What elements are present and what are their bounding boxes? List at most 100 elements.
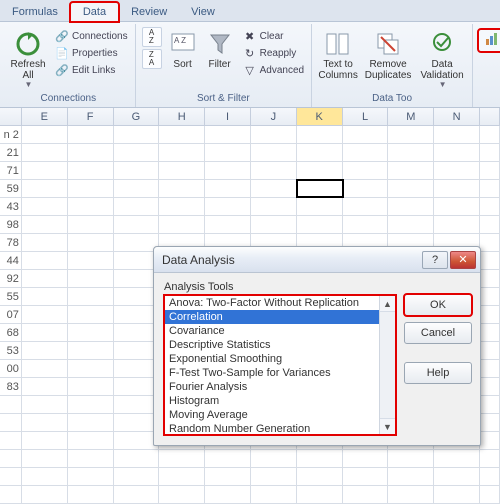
properties-item[interactable]: 📄Properties bbox=[53, 45, 130, 61]
cell[interactable] bbox=[68, 162, 114, 179]
list-item[interactable]: Descriptive Statistics bbox=[165, 338, 379, 352]
help-window-button[interactable]: ? bbox=[422, 251, 448, 269]
column-header[interactable]: G bbox=[114, 108, 160, 125]
cell[interactable] bbox=[251, 144, 297, 161]
cell[interactable] bbox=[22, 180, 68, 197]
refresh-all-button[interactable]: Refresh All ▼ bbox=[7, 26, 49, 91]
cell[interactable] bbox=[114, 216, 160, 233]
cell[interactable] bbox=[434, 126, 480, 143]
cell[interactable] bbox=[205, 468, 251, 485]
cell[interactable] bbox=[68, 306, 114, 323]
cell[interactable] bbox=[68, 180, 114, 197]
cell[interactable] bbox=[251, 216, 297, 233]
cell[interactable] bbox=[205, 144, 251, 161]
cell[interactable] bbox=[297, 468, 343, 485]
column-header[interactable]: N bbox=[434, 108, 480, 125]
cell[interactable] bbox=[22, 450, 68, 467]
reapply-item[interactable]: ↻Reapply bbox=[241, 45, 306, 61]
list-item[interactable]: F-Test Two-Sample for Variances bbox=[165, 366, 379, 380]
cell[interactable] bbox=[22, 324, 68, 341]
cell[interactable] bbox=[68, 414, 114, 431]
cell[interactable] bbox=[343, 486, 389, 503]
cell[interactable] bbox=[251, 468, 297, 485]
cell[interactable] bbox=[68, 216, 114, 233]
cell[interactable] bbox=[22, 396, 68, 413]
cell[interactable] bbox=[159, 468, 205, 485]
cell[interactable] bbox=[251, 126, 297, 143]
cell[interactable] bbox=[22, 252, 68, 269]
cell[interactable] bbox=[22, 234, 68, 251]
tab-data[interactable]: Data bbox=[70, 2, 119, 22]
cell[interactable] bbox=[68, 432, 114, 449]
cell[interactable] bbox=[68, 360, 114, 377]
ok-button[interactable]: OK bbox=[404, 294, 472, 316]
cell[interactable] bbox=[22, 198, 68, 215]
sort-button[interactable]: A Z Sort bbox=[167, 26, 199, 73]
list-item[interactable]: Covariance bbox=[165, 324, 379, 338]
cell[interactable] bbox=[297, 162, 343, 179]
list-item[interactable]: Correlation bbox=[165, 310, 379, 324]
cell[interactable] bbox=[68, 378, 114, 395]
cell[interactable] bbox=[388, 126, 434, 143]
cell[interactable] bbox=[297, 198, 343, 215]
cell[interactable] bbox=[22, 126, 68, 143]
cell[interactable] bbox=[388, 486, 434, 503]
scroll-up-icon[interactable]: ▲ bbox=[380, 296, 395, 312]
column-header[interactable]: H bbox=[159, 108, 205, 125]
cell[interactable] bbox=[205, 198, 251, 215]
edit-links-item[interactable]: 🔗Edit Links bbox=[53, 62, 130, 78]
list-item[interactable]: Fourier Analysis bbox=[165, 380, 379, 394]
data-analysis-button[interactable]: Data Analysis bbox=[478, 29, 500, 52]
close-window-button[interactable]: ✕ bbox=[450, 251, 476, 269]
cell[interactable] bbox=[434, 162, 480, 179]
cell[interactable] bbox=[388, 144, 434, 161]
cell[interactable] bbox=[159, 216, 205, 233]
list-item[interactable]: Random Number Generation bbox=[165, 422, 379, 435]
cell[interactable] bbox=[68, 486, 114, 503]
cell[interactable] bbox=[68, 234, 114, 251]
cell[interactable] bbox=[205, 180, 251, 197]
cell[interactable] bbox=[114, 450, 160, 467]
column-header[interactable]: J bbox=[251, 108, 297, 125]
cell[interactable] bbox=[434, 180, 480, 197]
select-all-corner[interactable] bbox=[0, 108, 22, 125]
list-item[interactable]: Exponential Smoothing bbox=[165, 352, 379, 366]
cell[interactable] bbox=[22, 432, 68, 449]
tab-review[interactable]: Review bbox=[119, 3, 179, 21]
cell[interactable] bbox=[343, 216, 389, 233]
cell[interactable] bbox=[205, 162, 251, 179]
cell[interactable] bbox=[297, 486, 343, 503]
cell[interactable] bbox=[22, 144, 68, 161]
cell[interactable] bbox=[297, 450, 343, 467]
cell[interactable] bbox=[68, 288, 114, 305]
listbox-scrollbar[interactable]: ▲ ▼ bbox=[379, 296, 395, 434]
cell[interactable] bbox=[68, 342, 114, 359]
cell[interactable] bbox=[388, 216, 434, 233]
cell[interactable] bbox=[114, 144, 160, 161]
cell[interactable] bbox=[114, 162, 160, 179]
cell[interactable] bbox=[159, 126, 205, 143]
cell[interactable] bbox=[68, 468, 114, 485]
cell[interactable] bbox=[68, 270, 114, 287]
cell[interactable] bbox=[251, 162, 297, 179]
column-header[interactable]: L bbox=[343, 108, 389, 125]
cell[interactable] bbox=[22, 306, 68, 323]
cell[interactable] bbox=[434, 468, 480, 485]
cell[interactable] bbox=[434, 216, 480, 233]
cell[interactable] bbox=[22, 288, 68, 305]
list-item[interactable]: Histogram bbox=[165, 394, 379, 408]
cell[interactable] bbox=[251, 486, 297, 503]
cell[interactable] bbox=[114, 180, 160, 197]
cell[interactable] bbox=[159, 198, 205, 215]
cell[interactable] bbox=[159, 180, 205, 197]
cell[interactable] bbox=[343, 126, 389, 143]
cell[interactable] bbox=[22, 342, 68, 359]
cell[interactable] bbox=[22, 360, 68, 377]
cell[interactable] bbox=[388, 450, 434, 467]
tab-view[interactable]: View bbox=[179, 3, 227, 21]
cell[interactable] bbox=[114, 486, 160, 503]
cell[interactable] bbox=[205, 486, 251, 503]
cell[interactable] bbox=[159, 486, 205, 503]
cell[interactable] bbox=[22, 216, 68, 233]
cell[interactable] bbox=[343, 144, 389, 161]
